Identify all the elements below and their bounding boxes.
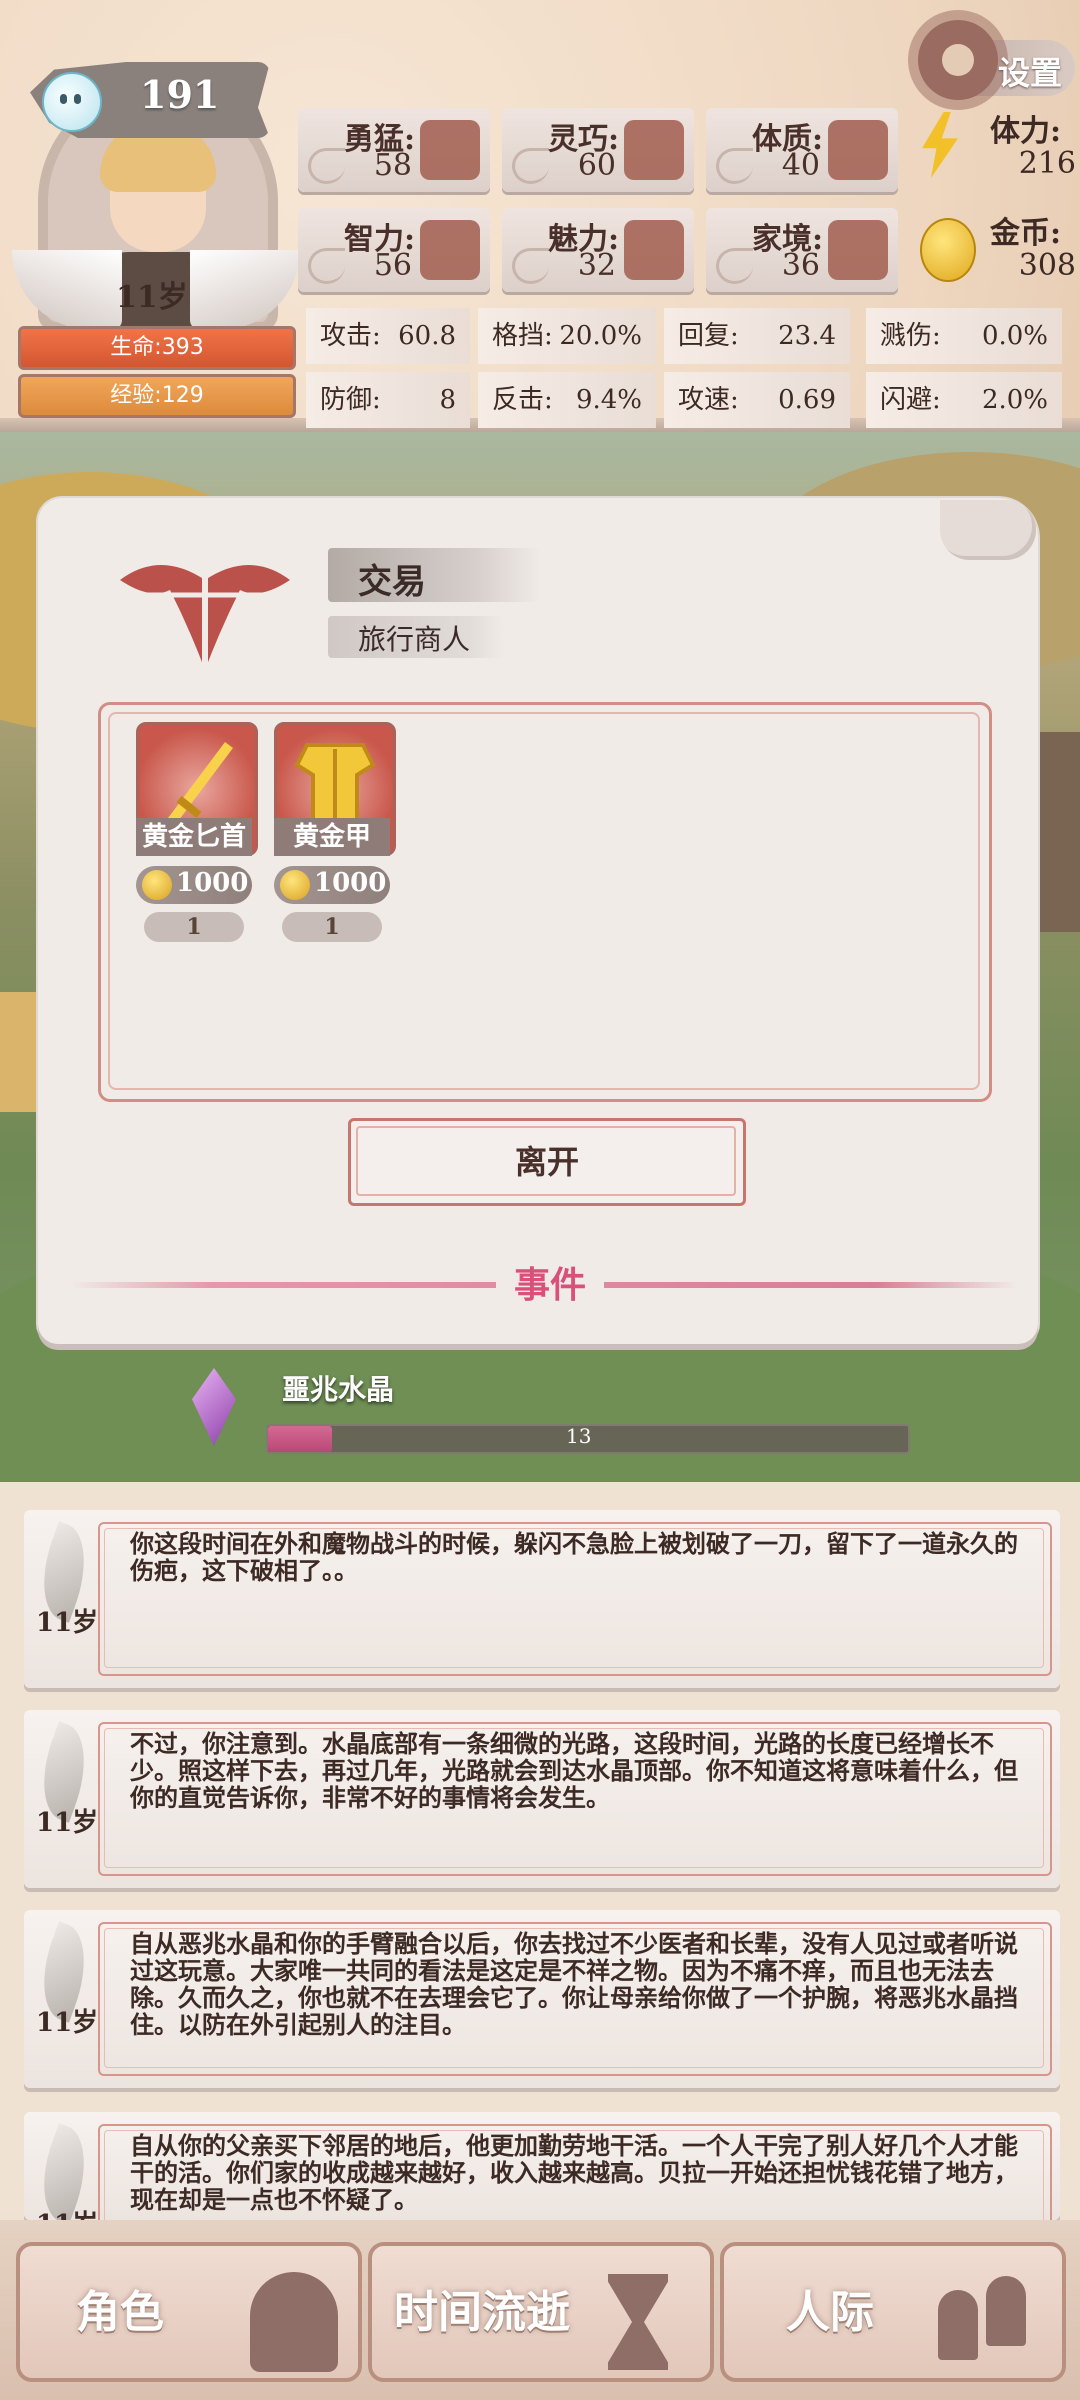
attr-value: 32 xyxy=(577,248,616,283)
stamina-label: 体力: xyxy=(990,114,1062,149)
combat-stat-attack: 攻击: 60.8 xyxy=(306,308,470,364)
attr-value: 58 xyxy=(373,148,412,183)
log-age: 11岁 xyxy=(36,2008,99,2038)
xp-bar: 经验:129 xyxy=(18,374,296,418)
fist-icon xyxy=(420,120,480,180)
stamina-value: 216 xyxy=(1018,146,1076,181)
attr-intelligence[interactable]: 智力: 56 xyxy=(298,208,490,292)
attr-value: 56 xyxy=(373,248,412,283)
log-text: 你这段时间在外和魔物战斗的时候，躲闪不急脸上被划破了一刀，留下了一道永久的伤疤，… xyxy=(130,1529,1018,1585)
nav-label: 角色 xyxy=(76,2287,164,2338)
attr-constitution[interactable]: 体质: 40 xyxy=(706,108,898,192)
cloak-icon xyxy=(624,120,684,180)
event-title: 交易 xyxy=(358,562,426,602)
character-icon xyxy=(250,2272,338,2372)
hp-bar: 生命:393 xyxy=(18,326,296,370)
log-entry: 11岁 自从恶兆水晶和你的手臂融合以后，你去找过不少医者和长辈，没有人见过或者听… xyxy=(24,1910,1060,2088)
attr-value: 36 xyxy=(781,248,820,283)
log-entry: 11岁 自从你的父亲买下邻居的地后，他更加勤劳地干活。一个人干完了别人好几个人才… xyxy=(24,2112,1060,2220)
log-text: 不过，你注意到。水晶底部有一条细微的光路，这段时间，光路的长度已经增长不少。照这… xyxy=(130,1729,1018,1812)
combat-stat-attack-speed: 攻速: 0.69 xyxy=(664,372,850,428)
log-text: 自从你的父亲买下邻居的地后，他更加勤劳地干活。一个人干完了别人好几个人才能干的活… xyxy=(130,2131,1018,2214)
pawns-icon xyxy=(938,2290,978,2360)
nav-time-passage-button[interactable]: 时间流逝 xyxy=(368,2242,714,2382)
log-age: 11岁 xyxy=(36,1608,99,1638)
soul-count: 191 xyxy=(140,72,220,117)
brain-icon xyxy=(420,220,480,280)
attr-charm[interactable]: 魅力: 32 xyxy=(502,208,694,292)
log-text: 自从恶兆水晶和你的手臂融合以后，你去找过不少医者和长辈，没有人见过或者听说过这玩… xyxy=(130,1929,1018,2039)
hourglass-icon xyxy=(608,2274,668,2370)
log-age: 11岁 xyxy=(36,2204,98,2220)
soul-icon xyxy=(42,72,102,132)
combat-stat-block: 格挡: 20.0% xyxy=(478,308,656,364)
player-age: 11岁 xyxy=(116,280,188,315)
log-entry: 11岁 不过，你注意到。水晶底部有一条细微的光路，这段时间，光路的长度已经增长不… xyxy=(24,1710,1060,1888)
scroll-curl-decoration xyxy=(940,500,1036,560)
item-name: 黄金匕首 xyxy=(136,818,252,856)
combat-stat-dodge: 闪避: 2.0% xyxy=(866,372,1062,428)
gold-coin-icon xyxy=(142,870,172,900)
settings-label[interactable]: 设置 xyxy=(998,48,1062,94)
combat-stat-counter: 反击: 9.4% xyxy=(478,372,656,428)
attr-value: 60 xyxy=(577,148,616,183)
event-subtitle: 旅行商人 xyxy=(358,623,471,656)
nav-label: 时间流逝 xyxy=(394,2287,570,2338)
item-quantity: 1 xyxy=(144,912,244,942)
attr-family[interactable]: 家境: 36 xyxy=(706,208,898,292)
attr-agility[interactable]: 灵巧: 60 xyxy=(502,108,694,192)
house-icon xyxy=(828,220,888,280)
gold-coin-icon xyxy=(280,870,310,900)
item-name: 黄金甲 xyxy=(274,818,390,856)
nav-relationships-button[interactable]: 人际 xyxy=(720,2242,1066,2382)
attr-bravery[interactable]: 勇猛: 58 xyxy=(298,108,490,192)
nav-label: 人际 xyxy=(786,2287,874,2338)
crystal-progress-fill xyxy=(268,1426,332,1452)
shop-item-golden-dagger[interactable]: 黄金匕首 1000 1 xyxy=(136,722,258,942)
shop-item-golden-armor[interactable]: 黄金甲 1000 1 xyxy=(274,722,396,942)
crystal-value: 13 xyxy=(566,1424,592,1448)
combat-stat-splash: 溅伤: 0.0% xyxy=(866,308,1062,364)
crystal-name: 噩兆水晶 xyxy=(282,1373,395,1406)
lotus-icon xyxy=(624,220,684,280)
log-entry: 11岁 你这段时间在外和魔物战斗的时候，躲闪不急脸上被划破了一刀，留下了一道永久… xyxy=(24,1510,1060,1688)
nav-character-button[interactable]: 角色 xyxy=(16,2242,362,2382)
log-age: 11岁 xyxy=(36,1808,99,1838)
gold-value: 308 xyxy=(1018,248,1076,283)
item-quantity: 1 xyxy=(282,912,382,942)
combat-stat-regen: 回复: 23.4 xyxy=(664,308,850,364)
gold-label: 金币: xyxy=(990,216,1062,251)
attr-value: 40 xyxy=(781,148,820,183)
item-price: 1000 xyxy=(274,866,390,904)
combat-stat-defense: 防御: 8 xyxy=(306,372,470,428)
scales-emblem-icon xyxy=(120,560,290,670)
item-price: 1000 xyxy=(136,866,252,904)
muscle-arm-icon xyxy=(828,120,888,180)
event-section-label: 事件 xyxy=(496,1256,605,1308)
